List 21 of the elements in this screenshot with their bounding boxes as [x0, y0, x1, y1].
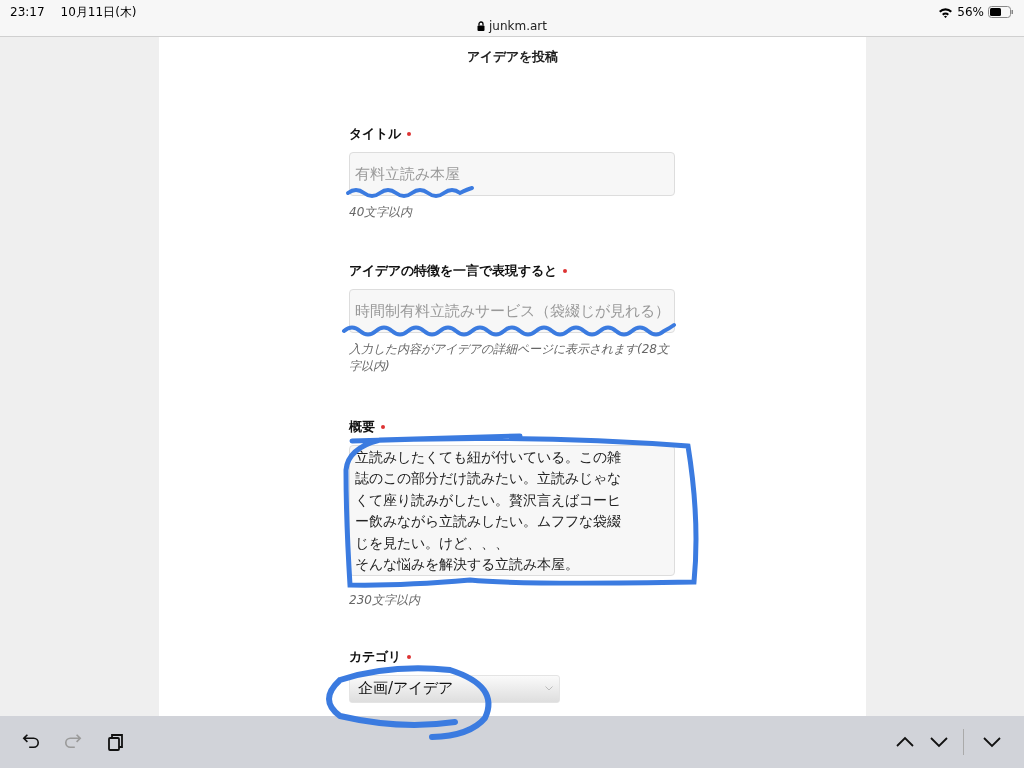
field-label: アイデアの特徴を一言で表現すると: [349, 262, 557, 279]
url-text[interactable]: junkm.art: [489, 17, 547, 35]
field-hint: 230文字以内: [349, 591, 422, 609]
lock-icon: [477, 21, 485, 31]
field-label: タイトル: [349, 125, 401, 142]
field-hint: 入力した内容がアイデアの詳細ページに表示されます(28文字以内): [349, 340, 671, 375]
page-heading: アイデアを投稿: [466, 48, 558, 66]
field-label: 概要: [349, 418, 375, 435]
field-hint: 40文字以内: [349, 203, 414, 221]
battery-percent: 56%: [957, 4, 984, 21]
dropdown-caret-icon: [545, 686, 553, 691]
input-field[interactable]: 有料立読み本屋: [349, 151, 675, 196]
battery-icon: [988, 6, 1014, 18]
category-select[interactable]: 企画/アイデア: [349, 674, 560, 703]
input-field[interactable]: 時間制有料立読みサービス（袋綴じが見れる）: [349, 288, 675, 333]
wifi-icon: [938, 6, 954, 18]
status-date: 10月11日(木): [60, 4, 137, 21]
summary-field[interactable]: 立読みしたくても紐が付いている。この雑誌のこの部分だけ読みたい。立読みじゃなくて座り読みがしたい。贅沢言えばコーヒー飲みながら立読みしたい。ムフフな袋綴じを見たい。けど、、、 そんな悩みを解決する立読み本屋。: [349, 444, 675, 576]
status-time: 23:17: [10, 4, 45, 21]
copy-button[interactable]: [106, 732, 126, 752]
field-label: カテゴリ: [349, 648, 401, 665]
